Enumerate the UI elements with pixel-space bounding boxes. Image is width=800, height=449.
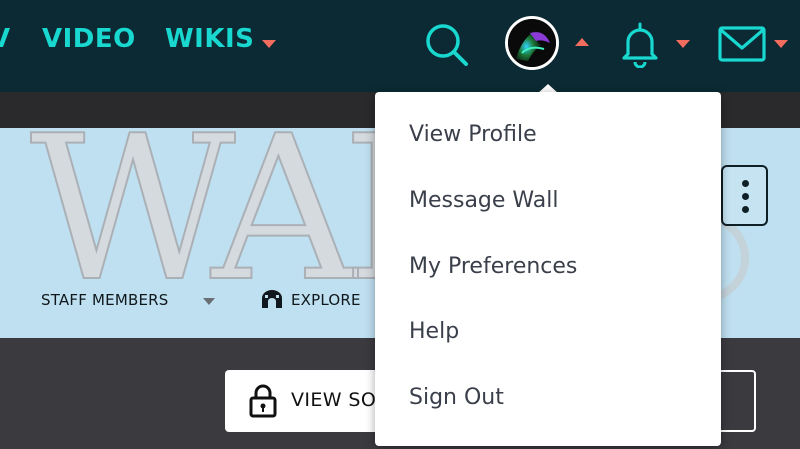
menu-item-help[interactable]: Help	[409, 319, 459, 344]
local-nav-staff-members-label: STAFF MEMBERS	[41, 291, 169, 309]
bell-chevron-down-icon[interactable]	[676, 40, 690, 48]
more-dot-icon	[742, 206, 749, 213]
menu-item-my-preferences[interactable]: My Preferences	[409, 254, 577, 279]
avatar-image	[508, 19, 556, 67]
search-icon[interactable]	[424, 22, 470, 72]
nav-link-truncated[interactable]: V	[0, 24, 11, 54]
lock-icon	[249, 384, 277, 422]
wiki-tools-more-button[interactable]	[721, 165, 768, 226]
menu-item-view-profile[interactable]: View Profile	[409, 122, 537, 147]
staff-members-chevron-down-icon[interactable]	[203, 298, 215, 305]
global-navigation: V VIDEO WIKIS	[0, 0, 800, 92]
wikis-chevron-down-icon[interactable]	[262, 40, 276, 48]
local-nav-staff-members[interactable]: STAFF MEMBERS	[41, 291, 168, 309]
menu-item-sign-out[interactable]: Sign Out	[409, 385, 504, 410]
user-avatar[interactable]	[505, 16, 559, 70]
envelope-icon[interactable]	[718, 26, 766, 66]
nav-link-wikis[interactable]: WIKIS	[165, 24, 254, 54]
nav-link-video[interactable]: VIDEO	[42, 24, 136, 54]
envelope-chevron-down-icon[interactable]	[774, 40, 788, 48]
view-source-label: VIEW SO	[291, 389, 377, 411]
menu-item-message-wall[interactable]: Message Wall	[409, 188, 558, 213]
explore-compass-icon	[260, 290, 284, 314]
bell-icon[interactable]	[620, 20, 660, 72]
more-dot-icon	[742, 193, 749, 200]
user-menu-dropdown: View Profile Message Wall My Preferences…	[375, 92, 721, 446]
local-nav-explore[interactable]: EXPLORE	[291, 291, 361, 309]
avatar-chevron-up-icon[interactable]	[575, 38, 589, 46]
more-dot-icon	[742, 180, 749, 187]
